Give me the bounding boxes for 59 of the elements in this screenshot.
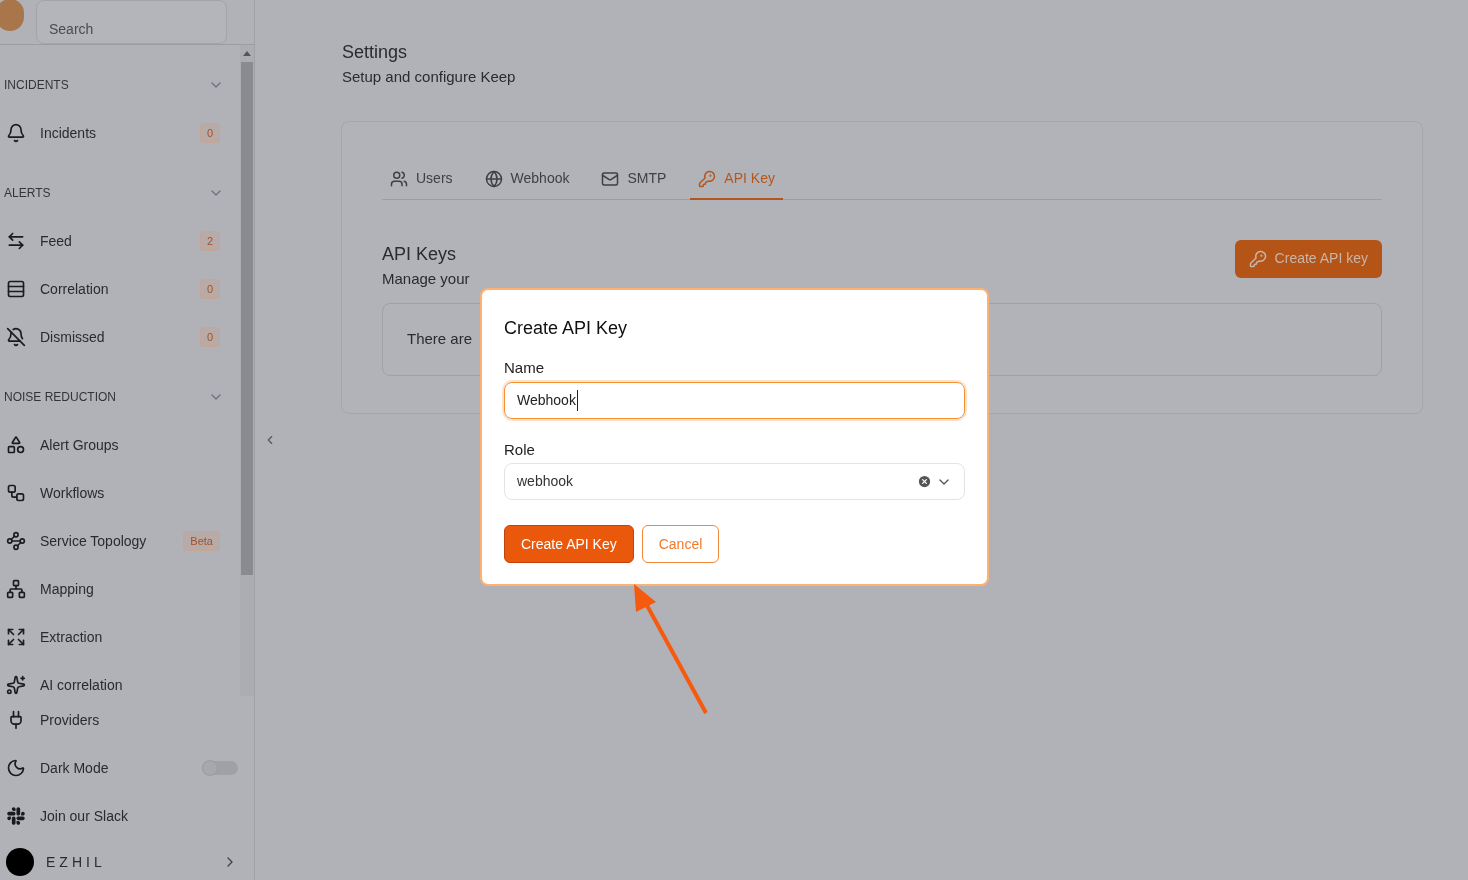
arrows-icon	[6, 231, 26, 251]
slack-icon	[6, 806, 26, 826]
empty-state-text: There are	[407, 329, 473, 350]
sidebar-item[interactable]: Mapping	[0, 565, 240, 613]
name-input-field[interactable]: Webhook	[504, 381, 965, 419]
tab[interactable]: Users	[382, 159, 461, 200]
sidebar-item[interactable]: Dismissed 0	[0, 313, 240, 361]
sidebar-item[interactable]: Providers	[0, 696, 254, 744]
section-title: NOISE REDUCTION	[4, 389, 116, 406]
users-icon	[390, 169, 408, 188]
sidebar-item[interactable]: Extraction	[0, 613, 240, 661]
role-select[interactable]: webhook	[504, 463, 965, 500]
tab[interactable]: Webhook	[476, 159, 578, 200]
field-label: Name	[504, 358, 545, 378]
count-badge: 0	[199, 326, 220, 348]
modal-title: Create API Key	[504, 317, 629, 340]
sidebar-item[interactable]: Join our Slack	[0, 792, 254, 840]
sidebar-item[interactable]: AI correlation	[0, 661, 240, 696]
shapes-icon	[6, 435, 26, 455]
avatar	[6, 848, 34, 876]
scroll-thumb[interactable]	[241, 62, 253, 575]
search-field[interactable]: Search	[36, 0, 227, 44]
sidebar-item[interactable]: Feed 2	[0, 217, 240, 265]
globe-icon	[484, 169, 503, 188]
sidebar-item[interactable]: Service Topology Beta	[0, 517, 240, 565]
network-icon	[6, 579, 26, 599]
page-title: Settings	[342, 41, 409, 64]
count-badge: Beta	[183, 530, 220, 552]
sidebar-item[interactable]: Dark Mode	[0, 744, 254, 792]
section-title: API Keys	[382, 242, 458, 266]
count-badge: 0	[199, 122, 220, 144]
rows-icon	[6, 279, 26, 299]
sidebar-item[interactable]: Workflows	[0, 469, 240, 517]
key-icon	[698, 169, 717, 188]
waypoints-icon	[6, 531, 26, 551]
field-label: Role	[504, 439, 536, 460]
sidebar-item[interactable]: Incidents 0	[0, 109, 240, 157]
create-api-key-button[interactable]: Create API Key	[504, 525, 634, 563]
key-icon	[1248, 249, 1267, 268]
workflow-icon	[6, 483, 26, 503]
user-menu[interactable]: EZHIL	[0, 840, 254, 880]
logo-icon	[0, 0, 24, 31]
moon-icon	[6, 758, 26, 778]
clear-icon[interactable]	[917, 474, 932, 489]
expand-icon	[6, 627, 26, 647]
bell-off-icon	[6, 327, 26, 347]
mail-icon	[601, 169, 620, 188]
section-title: INCIDENTS	[4, 77, 69, 94]
scroll-up-icon[interactable]	[243, 51, 251, 56]
bell-icon	[6, 123, 26, 143]
sparkles-icon	[6, 675, 26, 695]
section-description: Manage your	[382, 268, 470, 289]
count-badge: 0	[199, 278, 220, 300]
sidebar-item[interactable]: Alert Groups	[0, 421, 240, 469]
sidebar-item[interactable]: Correlation 0	[0, 265, 240, 313]
tab[interactable]: SMTP	[593, 159, 675, 200]
count-badge: 2	[199, 230, 220, 252]
section-title: ALERTS	[4, 185, 51, 202]
page-subtitle: Setup and configure Keep	[342, 67, 517, 87]
